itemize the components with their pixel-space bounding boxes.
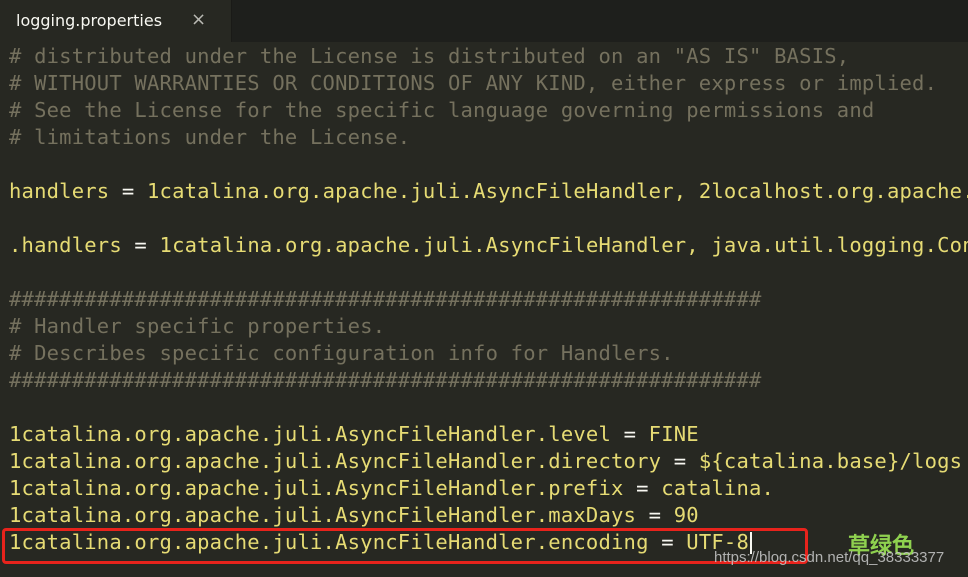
tab-bar: logging.properties ×: [0, 0, 968, 42]
property-key: .handlers: [9, 233, 122, 257]
property-key: 1catalina.org.apache.juli.AsyncFileHandl…: [9, 449, 662, 473]
code-line-level: 1catalina.org.apache.juli.AsyncFileHandl…: [9, 421, 699, 448]
code-line-handlers: handlers = 1catalina.org.apache.juli.Asy…: [9, 178, 968, 205]
equals-sign: =: [121, 233, 160, 257]
code-line-directory: 1catalina.org.apache.juli.AsyncFileHandl…: [9, 448, 962, 475]
tab-logging-properties[interactable]: logging.properties ×: [0, 0, 232, 42]
code-editor[interactable]: # distributed under the License is distr…: [0, 42, 968, 577]
close-icon[interactable]: ×: [191, 9, 206, 30]
property-key: 1catalina.org.apache.juli.AsyncFileHandl…: [9, 476, 624, 500]
code-line-maxdays: 1catalina.org.apache.juli.AsyncFileHandl…: [9, 502, 699, 529]
equals-sign: =: [623, 476, 662, 500]
property-value: ${catalina.base}/logs: [698, 449, 963, 473]
property-value: 90: [673, 503, 699, 527]
code-line-dot-handlers: .handlers = 1catalina.org.apache.juli.As…: [9, 232, 968, 259]
watermark: https://blog.csdn.net/qq_38333377: [714, 549, 945, 566]
code-line-comment: # WITHOUT WARRANTIES OR CONDITIONS OF AN…: [9, 71, 938, 95]
code-line-comment: # Handler specific properties.: [9, 314, 386, 338]
editor-window: logging.properties × # distributed under…: [0, 0, 968, 577]
equals-sign: =: [109, 179, 147, 203]
property-value: FINE: [648, 422, 699, 446]
code-line-comment: # See the License for the specific langu…: [9, 98, 875, 122]
equals-sign: =: [636, 503, 674, 527]
code-line-hash-separator: ########################################…: [9, 368, 762, 392]
property-value: 1catalina.org.apache.juli.AsyncFileHandl…: [159, 233, 968, 257]
property-value: 1catalina.org.apache.juli.AsyncFileHandl…: [146, 179, 968, 203]
code-line-hash-separator: ########################################…: [9, 287, 762, 311]
code-line-comment: # limitations under the License.: [9, 125, 411, 149]
property-value: catalina.: [661, 476, 775, 500]
equals-sign: =: [661, 449, 699, 473]
red-highlight-box: [2, 528, 808, 564]
property-key: handlers: [9, 179, 110, 203]
code-line-comment: # Describes specific configuration info …: [9, 341, 674, 365]
tab-title: logging.properties: [16, 11, 163, 30]
property-key: 1catalina.org.apache.juli.AsyncFileHandl…: [9, 422, 612, 446]
code-line-comment: # distributed under the License is distr…: [9, 44, 850, 68]
code-line-prefix: 1catalina.org.apache.juli.AsyncFileHandl…: [9, 475, 774, 502]
equals-sign: =: [611, 422, 649, 446]
property-key: 1catalina.org.apache.juli.AsyncFileHandl…: [9, 503, 637, 527]
